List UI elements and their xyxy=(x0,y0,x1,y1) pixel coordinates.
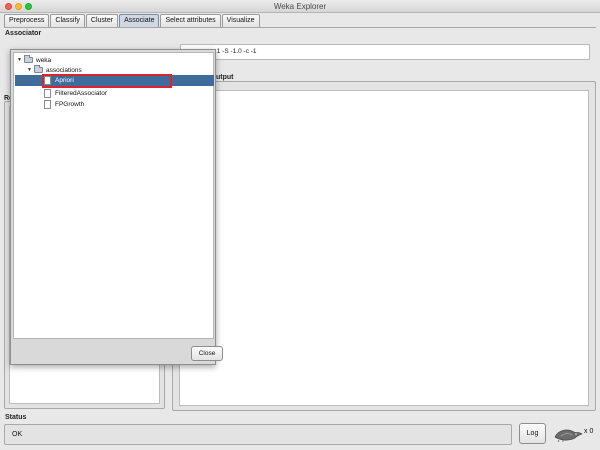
tab-divider xyxy=(4,27,596,28)
file-icon xyxy=(44,88,51,98)
tab-associate[interactable]: Associate xyxy=(119,14,160,27)
weka-bird-icon xyxy=(554,429,583,442)
title-bar: Weka Explorer xyxy=(0,0,600,13)
tree-leaf-label: FPGrowth xyxy=(55,100,85,108)
tab-select-attributes[interactable]: Select attributes xyxy=(160,14,221,27)
tab-cluster[interactable]: Cluster xyxy=(85,14,119,27)
associator-tree[interactable]: ▼ weka ▼ associations Apriori FilteredAs… xyxy=(13,52,214,339)
tree-node-label: associations xyxy=(46,66,82,74)
tree-leaf-label: FilteredAssociator xyxy=(55,89,108,97)
tree-leaf-fpgrowth[interactable]: FPGrowth xyxy=(44,99,84,109)
tree-node-label: weka xyxy=(36,56,52,64)
associator-output-text[interactable] xyxy=(179,90,589,406)
file-icon xyxy=(44,99,51,109)
annotation-highlight-box xyxy=(42,74,172,88)
task-count: x 0 xyxy=(584,428,594,435)
associator-output-label: utput xyxy=(216,74,234,81)
tree-leaf-filteredassociator[interactable]: FilteredAssociator xyxy=(44,88,107,98)
log-button[interactable]: Log xyxy=(519,423,546,444)
status-bar: OK xyxy=(4,424,512,445)
tab-visualize[interactable]: Visualize xyxy=(221,14,260,27)
tab-bar: Preprocess Classify Cluster Associate Se… xyxy=(4,14,261,28)
folder-icon xyxy=(24,55,33,63)
tab-classify[interactable]: Classify xyxy=(50,14,85,27)
associator-command-field[interactable]: .1 -S -1.0 -c -1 xyxy=(180,44,590,60)
associator-chooser-popup: ▼ weka ▼ associations Apriori FilteredAs… xyxy=(10,49,223,365)
tree-node-weka[interactable]: ▼ weka xyxy=(17,55,51,65)
close-button[interactable]: Close xyxy=(191,346,223,361)
expand-arrow-icon[interactable]: ▼ xyxy=(27,67,34,73)
expand-arrow-icon[interactable]: ▼ xyxy=(17,57,24,63)
associator-output-panel xyxy=(172,81,596,411)
window-title: Weka Explorer xyxy=(273,2,327,11)
status-section-label: Status xyxy=(5,414,27,421)
tab-preprocess[interactable]: Preprocess xyxy=(4,14,50,27)
status-text: OK xyxy=(12,431,23,438)
associator-section-label: Associator xyxy=(5,30,42,37)
folder-icon xyxy=(34,65,43,73)
